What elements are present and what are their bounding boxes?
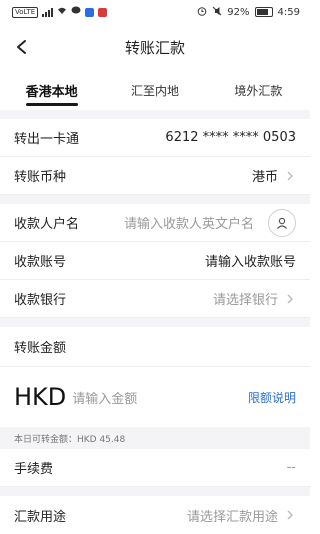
amount-currency: HKD [14,383,67,411]
payee-bank-label: 收款银行 [14,293,67,308]
payee-bank-wrap: 请选择银行 [213,289,296,308]
fee-row: 手续费 -- [0,449,310,487]
section-divider [0,318,310,327]
amount-section-header: 转账金额 [0,327,310,367]
payee-contacts-button[interactable] [268,208,296,237]
mute-icon [212,6,222,19]
page-title: 转账汇款 [124,38,185,57]
chevron-left-icon [17,40,26,54]
purpose-row[interactable]: 汇款用途 请选择汇款用途 [0,496,310,534]
purpose-wrap: 请选择汇款用途 [187,506,296,525]
fee-value: -- [286,460,296,475]
payee-bank-row[interactable]: 收款银行 请选择银行 [0,280,310,318]
payee-account-row: 收款账号 请输入收款账号 [0,242,310,280]
purpose-label: 汇款用途 [14,509,67,525]
from-account-row[interactable]: 转出一卡通 6212 **** **** 0503 [0,119,310,157]
app-notification-icon [85,7,95,17]
fee-label: 手续费 [14,462,54,477]
from-account-value: 6212 **** **** 0503 [165,130,296,145]
volte-badge: VoLTE [12,6,39,18]
nav-bar: 转账汇款 [0,24,310,70]
limit-info-link[interactable]: 限额说明 [248,389,296,406]
section-divider [0,195,310,204]
payee-account-input[interactable]: 请输入收款账号 [205,251,296,270]
chevron-right-icon [287,510,293,520]
clock: 4:59 [277,6,300,18]
transfer-tabs: 香港本地 汇至内地 境外汇款 [0,70,310,110]
payee-bank-select[interactable]: 请选择银行 [213,289,278,308]
tab-hk-local[interactable]: 香港本地 [0,70,103,110]
back-button[interactable] [8,33,36,61]
amount-input-row: HKD 请输入金额 限额说明 [0,367,310,427]
amount-section-label: 转账金额 [14,341,67,356]
person-icon [277,217,287,229]
payee-account-label: 收款账号 [14,255,67,270]
section-divider [0,110,310,119]
chevron-right-icon [287,294,293,303]
wifi-icon [57,6,67,18]
section-divider [0,487,310,496]
signal-icon [42,7,54,17]
tab-overseas[interactable]: 境外汇款 [207,70,310,110]
available-amount-note: 本日可转金额：HKD 45.48 [0,427,310,449]
battery-percent: 92% [227,6,250,18]
chevron-right-icon [287,171,293,180]
currency-value: 港币 [251,170,278,185]
currency-label: 转账币种 [14,170,67,185]
payee-name-row: 收款人户名 请输入收款人英文户名 [0,204,310,242]
battery-icon [254,7,273,17]
purpose-select[interactable]: 请选择汇款用途 [187,506,278,525]
payee-name-label: 收款人户名 [14,217,80,232]
app-notification-icon [98,7,108,17]
payee-name-wrap: 请输入收款人英文户名 [124,208,296,237]
chat-icon [71,6,81,18]
status-bar: VoLTE 92% 4:59 [0,0,310,24]
alarm-icon [197,6,207,19]
from-account-label: 转出一卡通 [14,132,80,147]
currency-row[interactable]: 转账币种 港币 [0,157,310,195]
payee-name-input[interactable]: 请输入收款人英文户名 [124,213,254,232]
tab-to-mainland[interactable]: 汇至内地 [103,70,206,110]
amount-input[interactable]: 请输入金额 [72,388,137,407]
currency-value-wrap: 港币 [252,166,296,185]
